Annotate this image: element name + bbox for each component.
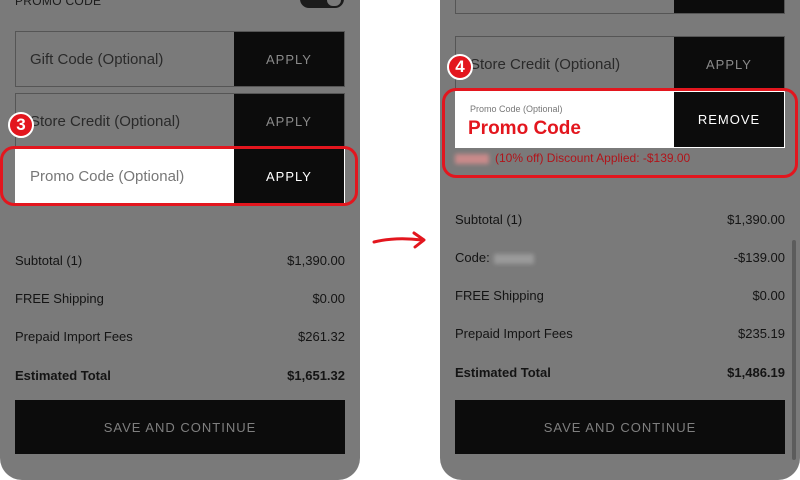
summary-value: $0.00 [312, 291, 345, 306]
summary-value: $1,651.32 [287, 368, 345, 383]
summary-label: Subtotal (1) [455, 212, 523, 227]
step-badge-4: 4 [447, 54, 473, 80]
summary-label: Estimated Total [455, 365, 551, 380]
summary-label: FREE Shipping [455, 288, 544, 303]
promo-code-highlight [442, 88, 798, 178]
summary-value: $1,486.19 [727, 365, 785, 380]
gift-code-apply-button[interactable] [674, 0, 784, 13]
summary-value: $1,390.00 [727, 212, 785, 227]
summary-label: Code: [455, 250, 490, 265]
gift-code-apply-button[interactable]: APPLY [234, 32, 344, 86]
redacted-code [493, 253, 534, 264]
summary-label: Prepaid Import Fees [455, 326, 573, 341]
store-credit-apply-button[interactable]: APPLY [674, 37, 784, 91]
promo-code-highlight [0, 146, 358, 206]
summary-value: $261.32 [298, 329, 345, 344]
checkout-panel-after: Store Credit (Optional) APPLY Promo Code… [440, 0, 800, 480]
store-credit-input[interactable]: Store Credit (Optional) [30, 94, 180, 148]
checkout-panel-before: PROMO CODE Gift Code (Optional) APPLY St… [0, 0, 360, 480]
summary-label: Estimated Total [15, 368, 111, 383]
scrollbar[interactable] [792, 240, 796, 460]
summary-label: Subtotal (1) [15, 253, 83, 268]
summary-label: FREE Shipping [15, 291, 104, 306]
store-credit-row: Store Credit (Optional) APPLY [455, 36, 785, 92]
step-badge-3: 3 [8, 112, 34, 138]
store-credit-apply-button[interactable]: APPLY [234, 94, 344, 148]
gift-code-row [455, 0, 785, 14]
store-credit-input[interactable]: Store Credit (Optional) [470, 37, 620, 91]
next-step-arrow-icon [372, 231, 426, 249]
store-credit-row: Store Credit (Optional) APPLY [15, 93, 345, 149]
promo-section-header: PROMO CODE [15, 0, 102, 8]
save-and-continue-button[interactable]: SAVE AND CONTINUE [455, 400, 785, 454]
summary-value: $0.00 [752, 288, 785, 303]
summary-value: $235.19 [738, 326, 785, 341]
gift-code-row: Gift Code (Optional) APPLY [15, 31, 345, 87]
gift-code-input[interactable]: Gift Code (Optional) [30, 32, 163, 86]
save-and-continue-button[interactable]: SAVE AND CONTINUE [15, 400, 345, 454]
promo-toggle[interactable] [300, 0, 344, 8]
summary-label: Prepaid Import Fees [15, 329, 133, 344]
summary-value: -$139.00 [733, 250, 785, 265]
summary-value: $1,390.00 [287, 253, 345, 268]
